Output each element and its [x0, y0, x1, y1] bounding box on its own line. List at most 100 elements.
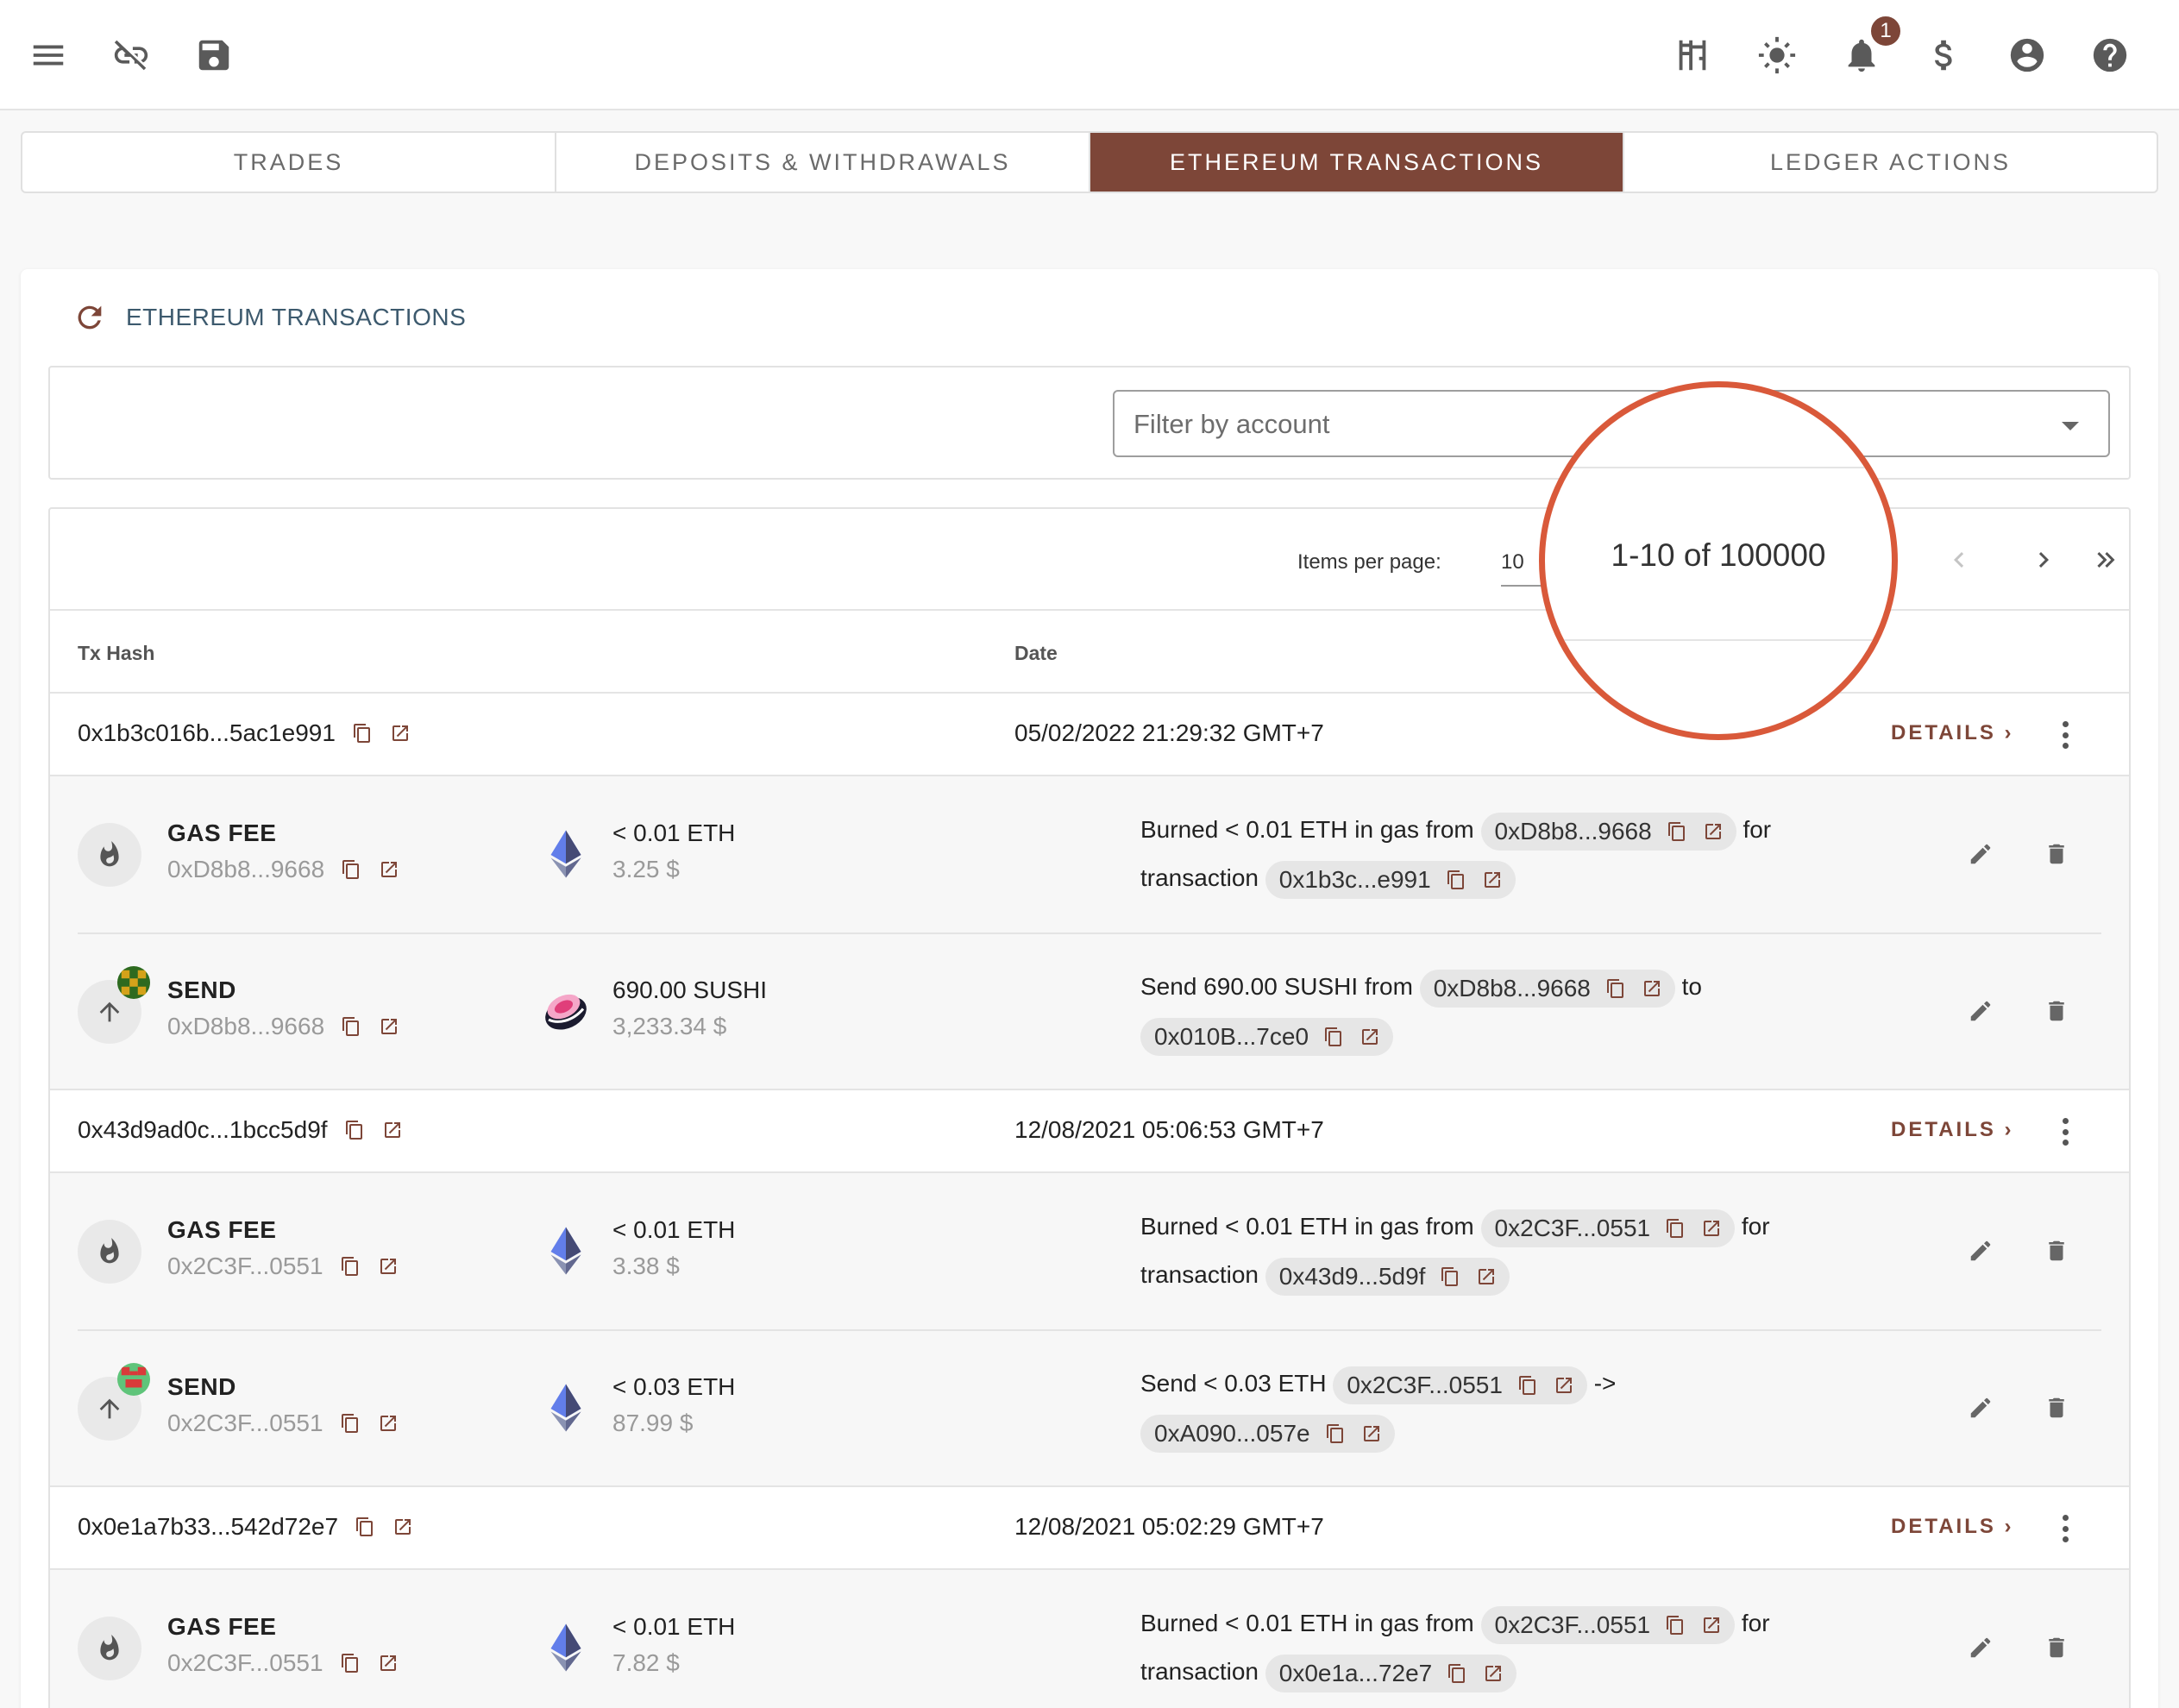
open-in-new-icon[interactable] — [389, 722, 411, 744]
event-amount: 690.00 SUSHI — [612, 976, 767, 1003]
column-tx-hash[interactable]: Tx Hash — [78, 642, 154, 665]
copy-icon[interactable] — [1322, 1026, 1345, 1048]
column-date[interactable]: Date — [1014, 642, 1058, 665]
copy-icon[interactable] — [354, 1516, 376, 1538]
edit-icon[interactable] — [1962, 1389, 2000, 1427]
prev-page-button[interactable] — [1934, 535, 1984, 585]
copy-icon[interactable] — [340, 858, 362, 881]
edit-icon[interactable] — [1962, 992, 2000, 1030]
brightness-icon[interactable] — [1749, 28, 1805, 83]
copy-icon[interactable] — [1604, 977, 1627, 1000]
desc-text: for — [1743, 816, 1772, 843]
tx-events: GAS FEE 0xD8b8...9668 < 0.01 ETH 3.25 $ … — [50, 776, 2129, 1090]
menu-icon[interactable] — [21, 28, 76, 83]
event-address-text: 0x2C3F...0551 — [167, 1649, 323, 1676]
event-address: 0x2C3F...0551 — [167, 1253, 399, 1280]
open-in-new-icon[interactable] — [1553, 1374, 1575, 1397]
open-in-new-icon[interactable] — [1360, 1422, 1383, 1445]
card-header: ETHEREUM TRANSACTIONS — [72, 300, 466, 335]
tx-date: 05/02/2022 21:29:32 GMT+7 — [1014, 719, 1324, 746]
copy-icon[interactable] — [1666, 820, 1688, 843]
open-in-new-icon[interactable] — [1700, 1217, 1723, 1240]
tab-ethereum-transactions[interactable]: ETHEREUM TRANSACTIONS — [1090, 133, 1624, 192]
delete-icon[interactable] — [2038, 835, 2075, 873]
currency-dollar-icon[interactable] — [1917, 28, 1972, 83]
open-in-new-icon[interactable] — [392, 1516, 414, 1538]
copy-icon[interactable] — [339, 1255, 361, 1278]
open-in-new-icon[interactable] — [1641, 977, 1663, 1000]
open-in-new-icon[interactable] — [381, 1119, 404, 1141]
delete-icon[interactable] — [2038, 1629, 2075, 1667]
details-button[interactable]: DETAILS › — [1891, 1118, 2014, 1142]
details-button[interactable]: DETAILS › — [1891, 1515, 2014, 1539]
chip-address: 0x2C3F...0551 — [1494, 1611, 1651, 1638]
highlight-circle: 1-10 of 100000 — [1539, 381, 1898, 740]
details-button[interactable]: DETAILS › — [1891, 721, 2014, 745]
copy-icon[interactable] — [1517, 1374, 1539, 1397]
event-amount: < 0.01 ETH — [612, 1613, 736, 1640]
last-page-button[interactable] — [2081, 535, 2129, 585]
desc-text: to — [1681, 973, 1703, 1000]
delete-icon[interactable] — [2038, 1232, 2075, 1270]
open-in-new-icon[interactable] — [1702, 820, 1724, 843]
copy-icon[interactable] — [343, 1119, 366, 1141]
event-description: Send 690.00 SUSHI from 0xD8b8...9668 to … — [1140, 963, 1900, 1059]
more-vert-icon[interactable] — [2048, 1510, 2082, 1548]
delete-icon[interactable] — [2038, 1389, 2075, 1427]
edit-icon[interactable] — [1962, 1232, 2000, 1270]
tab-ledger-actions[interactable]: LEDGER ACTIONS — [1624, 133, 2157, 192]
next-page-button[interactable] — [2019, 535, 2069, 585]
edit-icon[interactable] — [1962, 1629, 2000, 1667]
desc-text: Burned < 0.01 ETH in gas from — [1140, 1610, 1474, 1636]
link-off-icon[interactable] — [104, 28, 159, 83]
open-in-new-icon[interactable] — [377, 1255, 399, 1278]
copy-icon[interactable] — [351, 722, 374, 744]
copy-icon[interactable] — [1664, 1614, 1686, 1636]
open-in-new-icon[interactable] — [377, 1652, 399, 1674]
desc-text: transaction — [1140, 864, 1259, 891]
playground-icon[interactable] — [1665, 28, 1720, 83]
open-in-new-icon[interactable] — [1475, 1265, 1498, 1288]
event-row: SEND 0x2C3F...0551 < 0.03 ETH 87.99 $ Se… — [50, 1330, 2129, 1487]
tab-deposits-withdrawals[interactable]: DEPOSITS & WITHDRAWALS — [556, 133, 1090, 192]
save-icon[interactable] — [186, 28, 242, 83]
delete-icon[interactable] — [2038, 992, 2075, 1030]
copy-icon[interactable] — [1439, 1265, 1461, 1288]
copy-icon[interactable] — [1324, 1422, 1347, 1445]
sushi-icon — [545, 994, 587, 1030]
desc-text: Send 690.00 SUSHI from — [1140, 973, 1413, 1000]
event-type: GAS FEE — [167, 819, 277, 846]
edit-icon[interactable] — [1962, 835, 2000, 873]
address-chip: 0xD8b8...9668 — [1419, 969, 1675, 1008]
event-row: SEND 0xD8b8...9668 690.00 SUSHI 3,233.34… — [50, 933, 2129, 1090]
desc-text: for — [1741, 1610, 1770, 1636]
more-vert-icon[interactable] — [2048, 716, 2082, 754]
open-in-new-icon[interactable] — [378, 1015, 400, 1038]
open-in-new-icon[interactable] — [1482, 1662, 1504, 1685]
copy-icon[interactable] — [339, 1652, 361, 1674]
copy-icon[interactable] — [340, 1015, 362, 1038]
tab-trades[interactable]: TRADES — [22, 133, 556, 192]
account-circle-icon[interactable] — [2000, 28, 2055, 83]
open-in-new-icon[interactable] — [377, 1412, 399, 1435]
copy-icon[interactable] — [1445, 869, 1467, 891]
open-in-new-icon[interactable] — [1359, 1026, 1381, 1048]
event-address: 0x2C3F...0551 — [167, 1410, 399, 1437]
open-in-new-icon[interactable] — [1481, 869, 1504, 891]
ethereum-icon — [550, 1384, 581, 1432]
tx-date: 12/08/2021 05:02:29 GMT+7 — [1014, 1513, 1324, 1540]
open-in-new-icon[interactable] — [378, 858, 400, 881]
chevron-left-icon — [1954, 552, 1964, 568]
copy-icon[interactable] — [1664, 1217, 1686, 1240]
ethereum-icon — [550, 1623, 581, 1672]
card-title: ETHEREUM TRANSACTIONS — [126, 304, 467, 330]
more-vert-icon[interactable] — [2048, 1113, 2082, 1151]
refresh-icon[interactable] — [72, 300, 107, 335]
items-per-page-select[interactable]: 10 — [1501, 550, 1524, 575]
copy-icon[interactable] — [339, 1412, 361, 1435]
copy-icon[interactable] — [1446, 1662, 1468, 1685]
help-icon[interactable] — [2082, 28, 2138, 83]
app-bar: 1 — [0, 0, 2179, 110]
open-in-new-icon[interactable] — [1700, 1614, 1723, 1636]
desc-text: for — [1741, 1213, 1770, 1240]
